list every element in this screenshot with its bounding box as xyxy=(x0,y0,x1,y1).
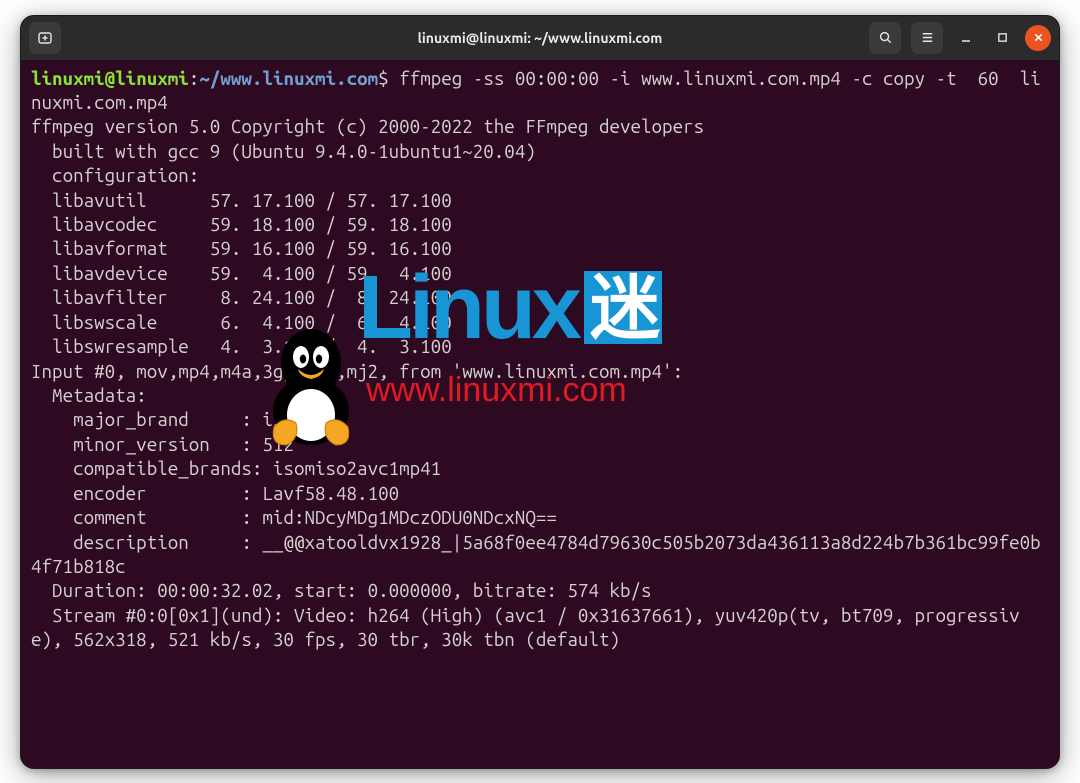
search-button[interactable] xyxy=(869,22,901,54)
output-line: libavfilter 8. 24.100 / 8. 24.100 xyxy=(31,286,452,308)
hamburger-icon xyxy=(920,30,935,45)
prompt-tilde: ~ xyxy=(199,67,210,89)
prompt-host: linuxmi xyxy=(115,67,189,89)
close-icon xyxy=(1033,32,1044,43)
output-line: Stream #0:0[0x1](und): Video: h264 (High… xyxy=(31,604,1020,650)
terminal-body[interactable]: linuxmi@linuxmi:~/www.linuxmi.com$ ffmpe… xyxy=(21,60,1059,768)
new-tab-icon xyxy=(37,30,53,46)
terminal-window: linuxmi@linuxmi: ~/www.linuxmi.com xyxy=(20,15,1060,769)
watermark-mi: 迷 xyxy=(584,271,662,344)
output-line: libavformat 59. 16.100 / 59. 16.100 xyxy=(31,237,452,259)
output-line: libavcodec 59. 18.100 / 59. 18.100 xyxy=(31,213,452,235)
menu-button[interactable] xyxy=(911,22,943,54)
output-line: libswscale 6. 4.100 / 6. 4.100 xyxy=(31,311,452,333)
output-line: libswresample 4. 3.100 / 4. 3.100 xyxy=(31,335,452,357)
output-line: libavdevice 59. 4.100 / 59. 4.100 xyxy=(31,262,452,284)
output-line: encoder : Lavf58.48.100 xyxy=(31,482,399,504)
minimize-button[interactable] xyxy=(953,25,979,51)
prompt-path: /www.linuxmi.com xyxy=(210,67,378,89)
prompt-colon: : xyxy=(189,67,200,89)
prompt-at: @ xyxy=(105,67,116,89)
titlebar: linuxmi@linuxmi: ~/www.linuxmi.com xyxy=(21,16,1059,60)
titlebar-left xyxy=(29,22,61,54)
close-button[interactable] xyxy=(1025,25,1051,51)
prompt-user: linuxmi xyxy=(31,67,105,89)
output-line: configuration: xyxy=(31,164,199,186)
search-icon xyxy=(878,30,893,45)
minimize-icon xyxy=(960,32,972,44)
maximize-button[interactable] xyxy=(989,25,1015,51)
output-line: Input #0, mov,mp4,m4a,3gp,3g2,mj2, from … xyxy=(31,360,683,382)
output-line: Metadata: xyxy=(31,384,147,406)
output-line: Duration: 00:00:32.02, start: 0.000000, … xyxy=(31,579,652,601)
output-line: compatible_brands: isomiso2avc1mp41 xyxy=(31,457,441,479)
output-line: major_brand : isom xyxy=(31,408,304,430)
output-line: description : __@@xatooldvx1928_|5a68f0e… xyxy=(31,531,1041,577)
output-line: libavutil 57. 17.100 / 57. 17.100 xyxy=(31,189,452,211)
output-line: ffmpeg version 5.0 Copyright (c) 2000-20… xyxy=(31,115,704,137)
output-line: built with gcc 9 (Ubuntu 9.4.0-1ubuntu1~… xyxy=(31,140,536,162)
maximize-icon xyxy=(997,32,1008,43)
titlebar-right xyxy=(869,22,1051,54)
new-tab-button[interactable] xyxy=(29,22,61,54)
output-line: minor_version : 512 xyxy=(31,433,294,455)
prompt-dollar: $ xyxy=(378,67,389,89)
output-line: comment : mid:NDcyMDg1MDczODU0NDcxNQ== xyxy=(31,506,557,528)
